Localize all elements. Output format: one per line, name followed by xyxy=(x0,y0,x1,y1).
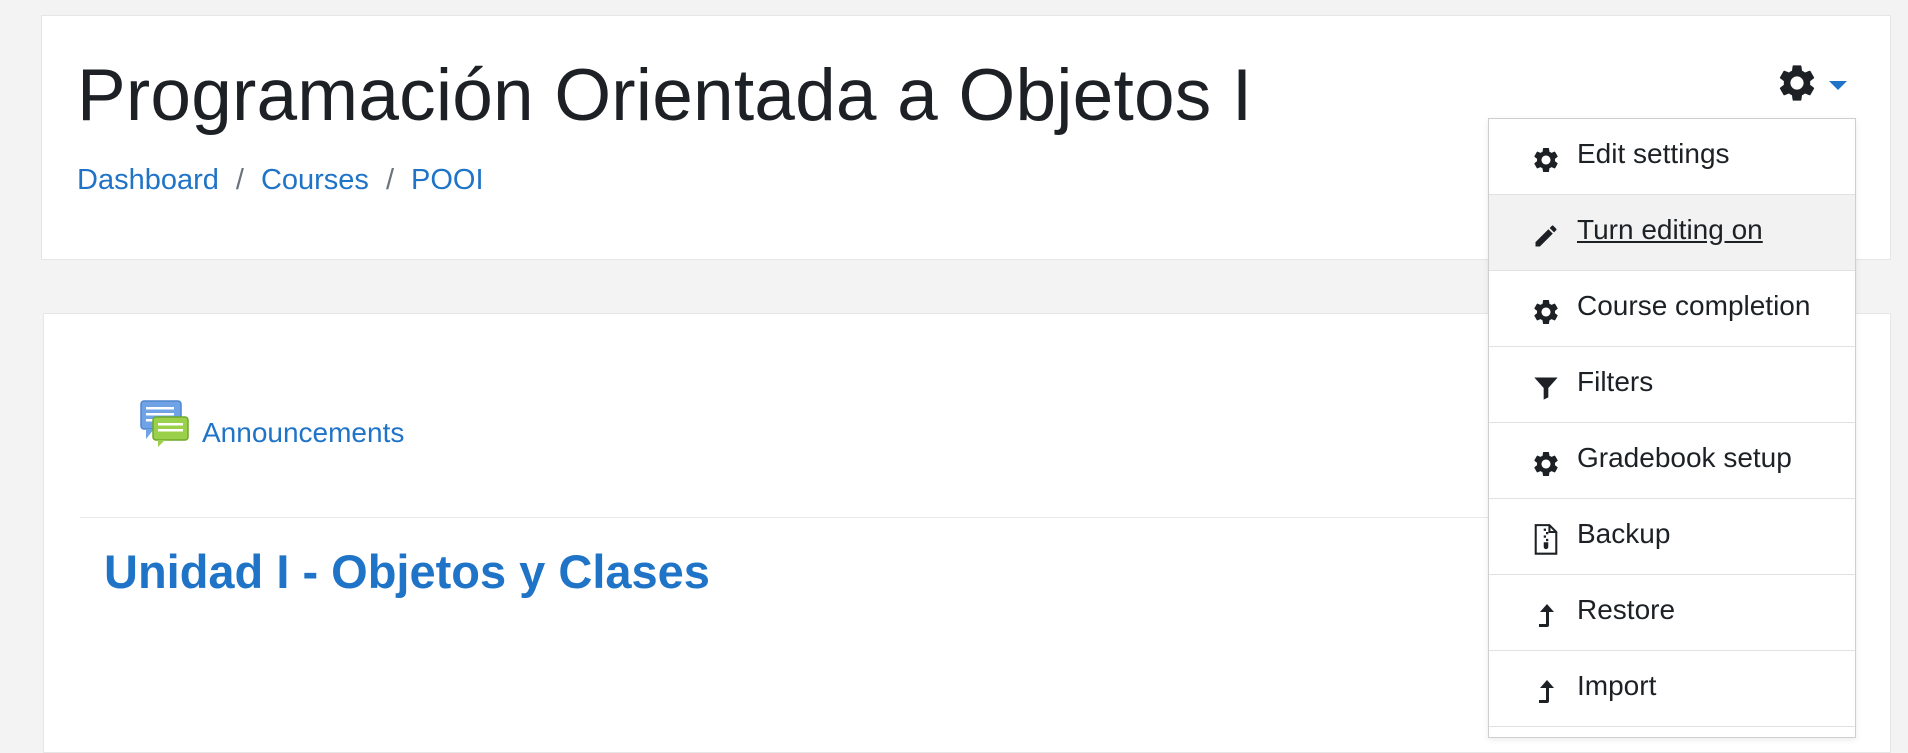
menu-item-gradebook-setup[interactable]: Gradebook setup xyxy=(1489,423,1855,499)
menu-item-label: Import xyxy=(1577,669,1657,701)
announcements-label: Announcements xyxy=(202,416,405,448)
menu-item-import[interactable]: Import xyxy=(1489,651,1855,727)
actions-menu-toggle[interactable] xyxy=(1775,61,1847,110)
filter-icon xyxy=(1531,373,1561,403)
breadcrumb-courses[interactable]: Courses xyxy=(261,164,369,197)
menu-item-label: Edit settings xyxy=(1577,137,1730,169)
menu-item-label: Filters xyxy=(1577,365,1654,397)
gear-icon xyxy=(1531,145,1561,175)
menu-item-label: Turn editing on xyxy=(1577,213,1763,245)
level-up-icon xyxy=(1531,601,1561,631)
menu-item-label: Gradebook setup xyxy=(1577,441,1792,473)
breadcrumb-course[interactable]: POOI xyxy=(411,164,484,197)
menu-item-turn-editing-on[interactable]: Turn editing on xyxy=(1489,195,1855,271)
menu-item-edit-settings[interactable]: Edit settings xyxy=(1489,119,1855,195)
menu-item-course-completion[interactable]: Course completion xyxy=(1489,271,1855,347)
breadcrumb-separator: / xyxy=(235,164,244,196)
file-archive-icon xyxy=(1531,523,1561,555)
section-title[interactable]: Unidad I - Objetos y Clases xyxy=(104,544,710,599)
level-up-icon xyxy=(1531,677,1561,707)
course-actions-dropdown: Edit settings Turn editing on Course com… xyxy=(1488,118,1856,738)
gear-icon xyxy=(1775,61,1819,110)
caret-down-icon xyxy=(1829,81,1847,90)
section-divider xyxy=(80,517,1540,518)
gear-icon xyxy=(1531,297,1561,327)
gear-icon xyxy=(1531,449,1561,479)
page-title: Programación Orientada a Objetos I xyxy=(77,55,1253,136)
breadcrumb-dashboard[interactable]: Dashboard xyxy=(77,164,219,197)
menu-item-filters[interactable]: Filters xyxy=(1489,347,1855,423)
announcements-link[interactable]: Announcements xyxy=(140,399,404,452)
menu-item-label: Backup xyxy=(1577,517,1671,549)
forum-icon xyxy=(140,399,190,452)
breadcrumb-separator: / xyxy=(385,164,394,196)
menu-item-label: Course completion xyxy=(1577,289,1811,321)
menu-item-label: Restore xyxy=(1577,593,1676,625)
menu-item-backup[interactable]: Backup xyxy=(1489,499,1855,575)
menu-item-restore[interactable]: Restore xyxy=(1489,575,1855,651)
pencil-icon xyxy=(1531,221,1561,251)
breadcrumb: Dashboard / Courses / POOI xyxy=(77,164,484,197)
